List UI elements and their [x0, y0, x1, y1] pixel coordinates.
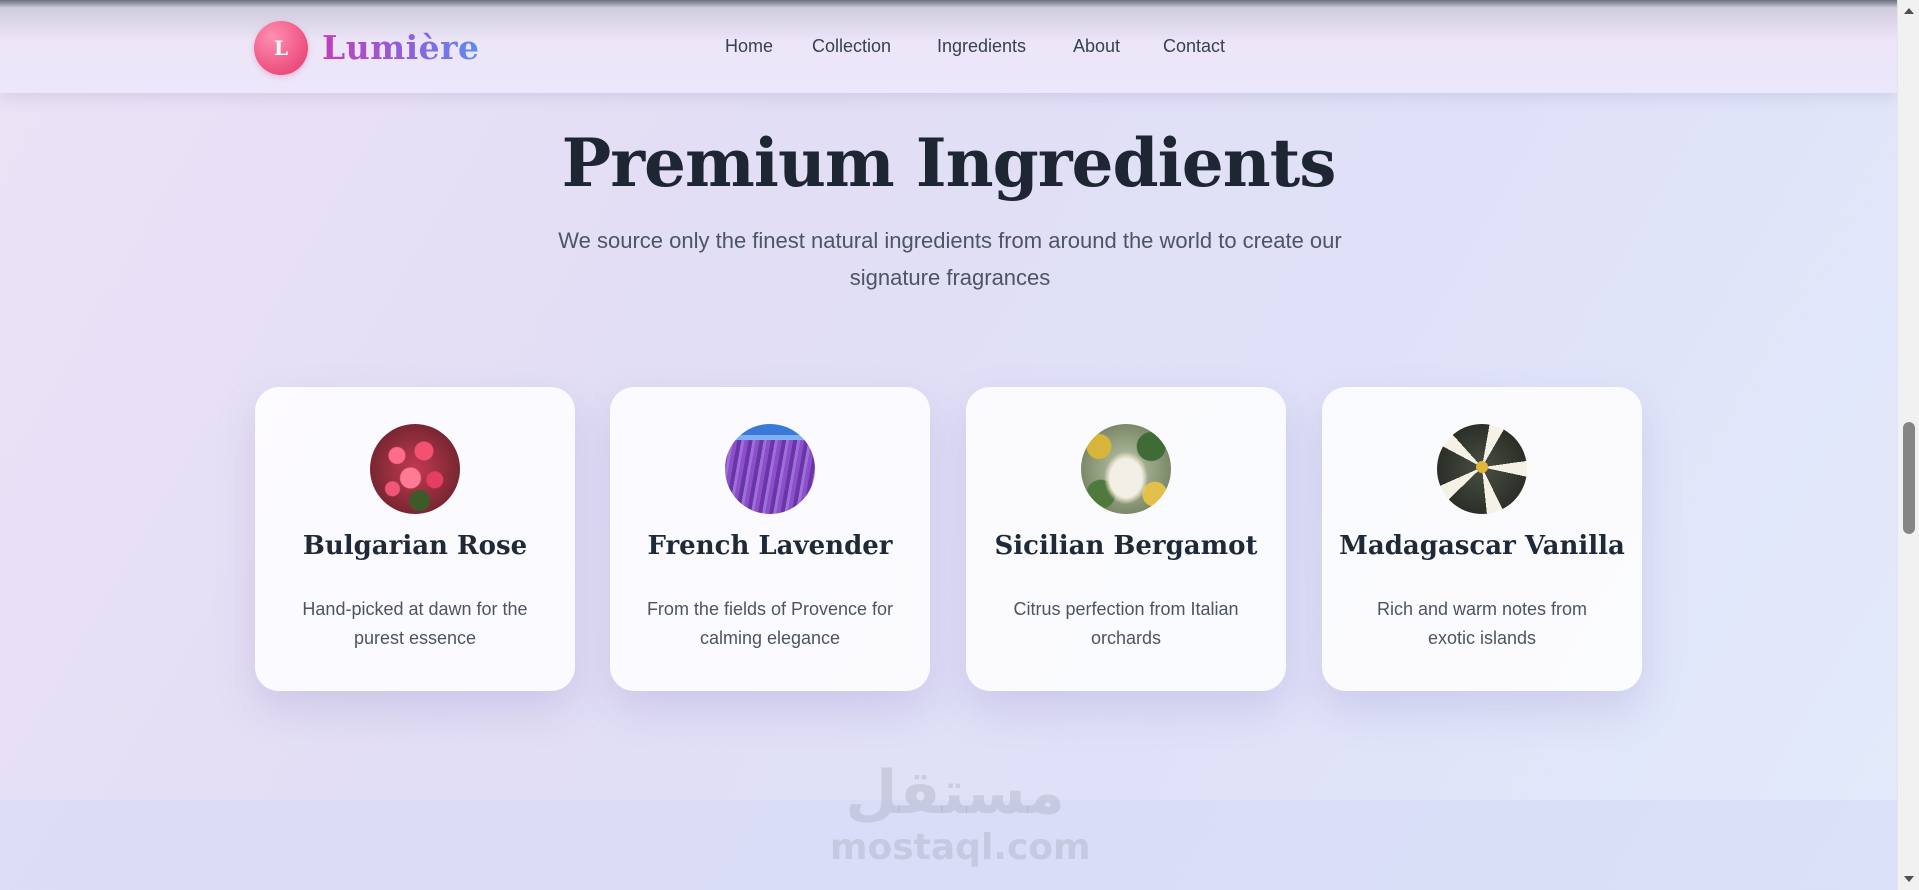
page: L Lumière Home Collection Ingredients Ab…: [0, 0, 1897, 890]
watermark-latin: mostaql.com: [830, 827, 1091, 868]
site-header: L Lumière Home Collection Ingredients Ab…: [0, 0, 1897, 93]
ingredient-title: Madagascar Vanilla: [1339, 531, 1625, 561]
ingredient-card-lavender[interactable]: French Lavender From the fields of Prove…: [610, 387, 930, 691]
section-subtitle: We source only the finest natural ingred…: [558, 228, 1342, 290]
nav-collection-link[interactable]: Collection: [812, 36, 891, 57]
watermark-arabic: مستقل: [845, 758, 1065, 828]
ingredient-title: French Lavender: [647, 531, 893, 561]
ingredient-title: Bulgarian Rose: [302, 531, 528, 561]
scroll-thumb[interactable]: [1903, 422, 1915, 534]
ingredient-description: Rich and warm notes from exotic islands: [1376, 599, 1588, 648]
ingredient-card-bergamot[interactable]: Sicilian Bergamot Citrus perfection from…: [966, 387, 1286, 691]
ingredient-card-vanilla[interactable]: Madagascar Vanilla Rich and warm notes f…: [1322, 387, 1642, 691]
nav-contact-link[interactable]: Contact: [1163, 36, 1225, 57]
scroll-down-arrow-icon[interactable]: [1904, 876, 1914, 882]
ingredient-title: Sicilian Bergamot: [994, 531, 1258, 561]
ingredient-description: From the fields of Provence for calming …: [646, 599, 894, 648]
ingredient-description: Citrus perfection from Italian orchards: [1013, 599, 1239, 648]
browser-top-shadow: [0, 0, 1897, 8]
ingredient-card-rose[interactable]: Bulgarian Rose Hand-picked at dawn for t…: [255, 387, 575, 691]
nav-home-link[interactable]: Home: [725, 36, 773, 57]
main-nav: Home Collection Ingredients About Contac…: [0, 36, 1897, 62]
rose-image: [370, 424, 460, 514]
bergamot-image: [1081, 424, 1171, 514]
section-title: Premium Ingredients: [561, 124, 1337, 202]
scroll-up-arrow-icon[interactable]: [1904, 8, 1914, 14]
vertical-scrollbar[interactable]: [1897, 0, 1919, 890]
ingredient-description: Hand-picked at dawn for the purest essen…: [302, 599, 528, 648]
lavender-image: [725, 424, 815, 514]
nav-ingredients-link[interactable]: Ingredients: [937, 36, 1026, 57]
nav-about-link[interactable]: About: [1073, 36, 1120, 57]
vanilla-image: [1437, 424, 1527, 514]
watermark: مستقل mostaql.com: [830, 758, 1091, 868]
